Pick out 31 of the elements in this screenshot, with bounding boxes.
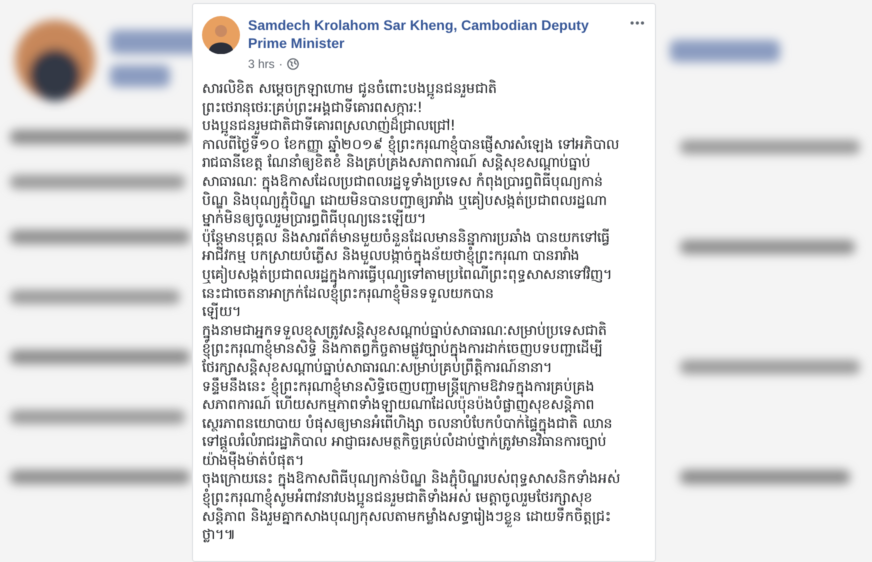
- post-text-line: សភាពការណ៍ ហើយសកម្មភាពទាំងឡាយណាដែលប៉ុនប៉ងបំផ្លាញសុខសន្តិភាព: [202, 396, 596, 414]
- post-text-line: បងប្អូនជនរួមជាតិជាទីគោរពស្រលាញ់ដ៏ជ្រាលជ្រៅ!: [202, 117, 456, 136]
- post-text-line: កាលពីថ្ងៃទី១០ ខែកញ្ញា ឆ្នាំ២០១៩ ខ្ញុំព្រះករុណាខ្ញុំបានផ្ញើសារសំឡេង ទៅអភិបាល: [202, 136, 647, 154]
- post-text-line: នេះជាចេតនាអាក្រក់ដែលខ្ញុំព្រះករុណាខ្ញុំមិនទទួលយកបាន: [202, 284, 647, 304]
- post-text-line: ប៉ុន្តែមានបុគ្គល និងសារព័ត៌មានមួយចំនួនដែលមាននិន្នាការប្រឆាំង បានយកទៅធ្វើ: [202, 228, 611, 246]
- post-text-line: រាជធានីខេត្ត ណែនាំឲ្យខិតខំ និងគ្រប់គ្រងសភាពការណ៍ សន្តិសុខសណ្តាប់ធ្នាប់: [202, 154, 592, 172]
- post-text-line: ខ្ញុំព្រះករុណាខ្ញុំសូមអំពាវនាវបងប្អូនជនរួមជាតិទាំងអស់ មេត្តាចូលរួមថែរក្សាសុខ: [202, 489, 592, 508]
- post-time[interactable]: 3 hrs: [248, 56, 275, 72]
- post-text-line: ស្ថេរភាពនយោបាយ បំផុសឲ្យមានអំពើហិង្សា ចលនាបំបែកបំបាក់ផ្ទៃក្នុងជាតិ ឈាន: [202, 414, 647, 434]
- separator: ·: [278, 56, 283, 72]
- post-text-line: សន្តិភាព និងរួមគ្នាកសាងបុណ្យកុសលតាមកម្លាំងសទ្ធារៀងៗខ្លួន ដោយទឹកចិត្តជ្រះ: [202, 508, 647, 526]
- post-text-line: យ៉ាងម៉ឺងម៉ាត់បំផុត។: [202, 452, 304, 470]
- post-text-line: ថែរក្សាសន្តិសុខសណ្តាប់ធ្នាប់សាធារណៈសម្រាប់គ្រប់ព្រឹត្តិការណ៍នានា។: [202, 358, 552, 377]
- post-text-line: ទៅផ្តួលរំលំរាជរដ្ឋាភិបាល អាជ្ញាធរសមត្ថកិច្ចគ្រប់លំដាប់ថ្នាក់ត្រូវមានវិធានការច្បាប់: [202, 433, 608, 452]
- post-text-line: អាជីវកម្ម បកស្រាយបំភ្លើស និងមួលបង្កាច់ក្នុងន័យថាខ្ញុំព្រះករុណា បានរារាំង: [202, 247, 580, 266]
- post-text-line: ព្រះថេរានុថេរៈគ្រប់ព្រះអង្គជាទីគោរពសក្ការៈ!: [202, 98, 423, 116]
- post-text-line: ទន្ទឹមនឹងនេះ ខ្ញុំព្រះករុណាខ្ញុំមានសិទ្ធិចេញបញ្ជាមន្ត្រីក្រោមឱវាទក្នុងការគ្រប់គ្រង: [202, 378, 647, 396]
- post-text-line: បិណ្ឌ និងបុណ្យភ្ជុំបិណ្ឌ ដោយមិនបានបញ្ជាឲ្យរារាំង ឬគៀបសង្កត់ប្រជាពលរដ្ឋណា: [202, 192, 647, 210]
- post-text-line: ម្នាក់មិនឲ្យចូលរួមប្រារព្ធពិធីបុណ្យនេះឡើយ។: [202, 210, 427, 228]
- post-text-line: ខ្ញុំព្រះករុណាខ្ញុំមានសិទ្ធិ និងកាតព្វកិច្ចតាមផ្លូវច្បាប់ក្នុងការដាក់ចេញបទបញ្ជាដើម្បី: [202, 340, 602, 359]
- avatar[interactable]: [202, 16, 240, 54]
- globe-icon: [286, 58, 299, 70]
- post-text-line: ថ្លា។៕: [202, 526, 237, 545]
- post-text-line: សារលិខិត សម្តេចក្រឡាហោម ជូនចំពោះបងប្អូនជនរួមជាតិ: [202, 80, 647, 99]
- author-name[interactable]: Samdech Krolahom Sar Kheng, Cambodian Deputy Prime Minister: [248, 16, 618, 52]
- post-text-line: ឡើយ។: [202, 303, 241, 322]
- post-text-line: សាធារណៈ ក្នុងឱកាសដែលប្រជាពលរដ្ឋទូទាំងប្រទេស កំពុងប្រារព្ធពិធីបុណ្យកាន់: [202, 172, 647, 192]
- post-text-line: ក្នុងនាមជាអ្នកទទួលខុសត្រូវសន្តិសុខសណ្តាប់ធ្នាប់សាធារណៈសម្រាប់ប្រទេសជាតិ: [202, 322, 647, 340]
- post-text-line: ចុងក្រោយនេះ ក្នុងឱកាសពិធីបុណ្យកាន់បិណ្ឌ និងភ្ជុំបិណ្ឌរបស់ពុទ្ធសាសនិកទាំងអស់: [202, 470, 621, 490]
- more-options-button[interactable]: •••: [626, 16, 650, 30]
- post-text-line: ឬគៀបសង្កត់ប្រជាពលរដ្ឋក្នុងការធ្វើបុណ្យទៅតាមប្រពៃណីព្រះពុទ្ធសាសនាទៅវិញ។: [202, 266, 647, 285]
